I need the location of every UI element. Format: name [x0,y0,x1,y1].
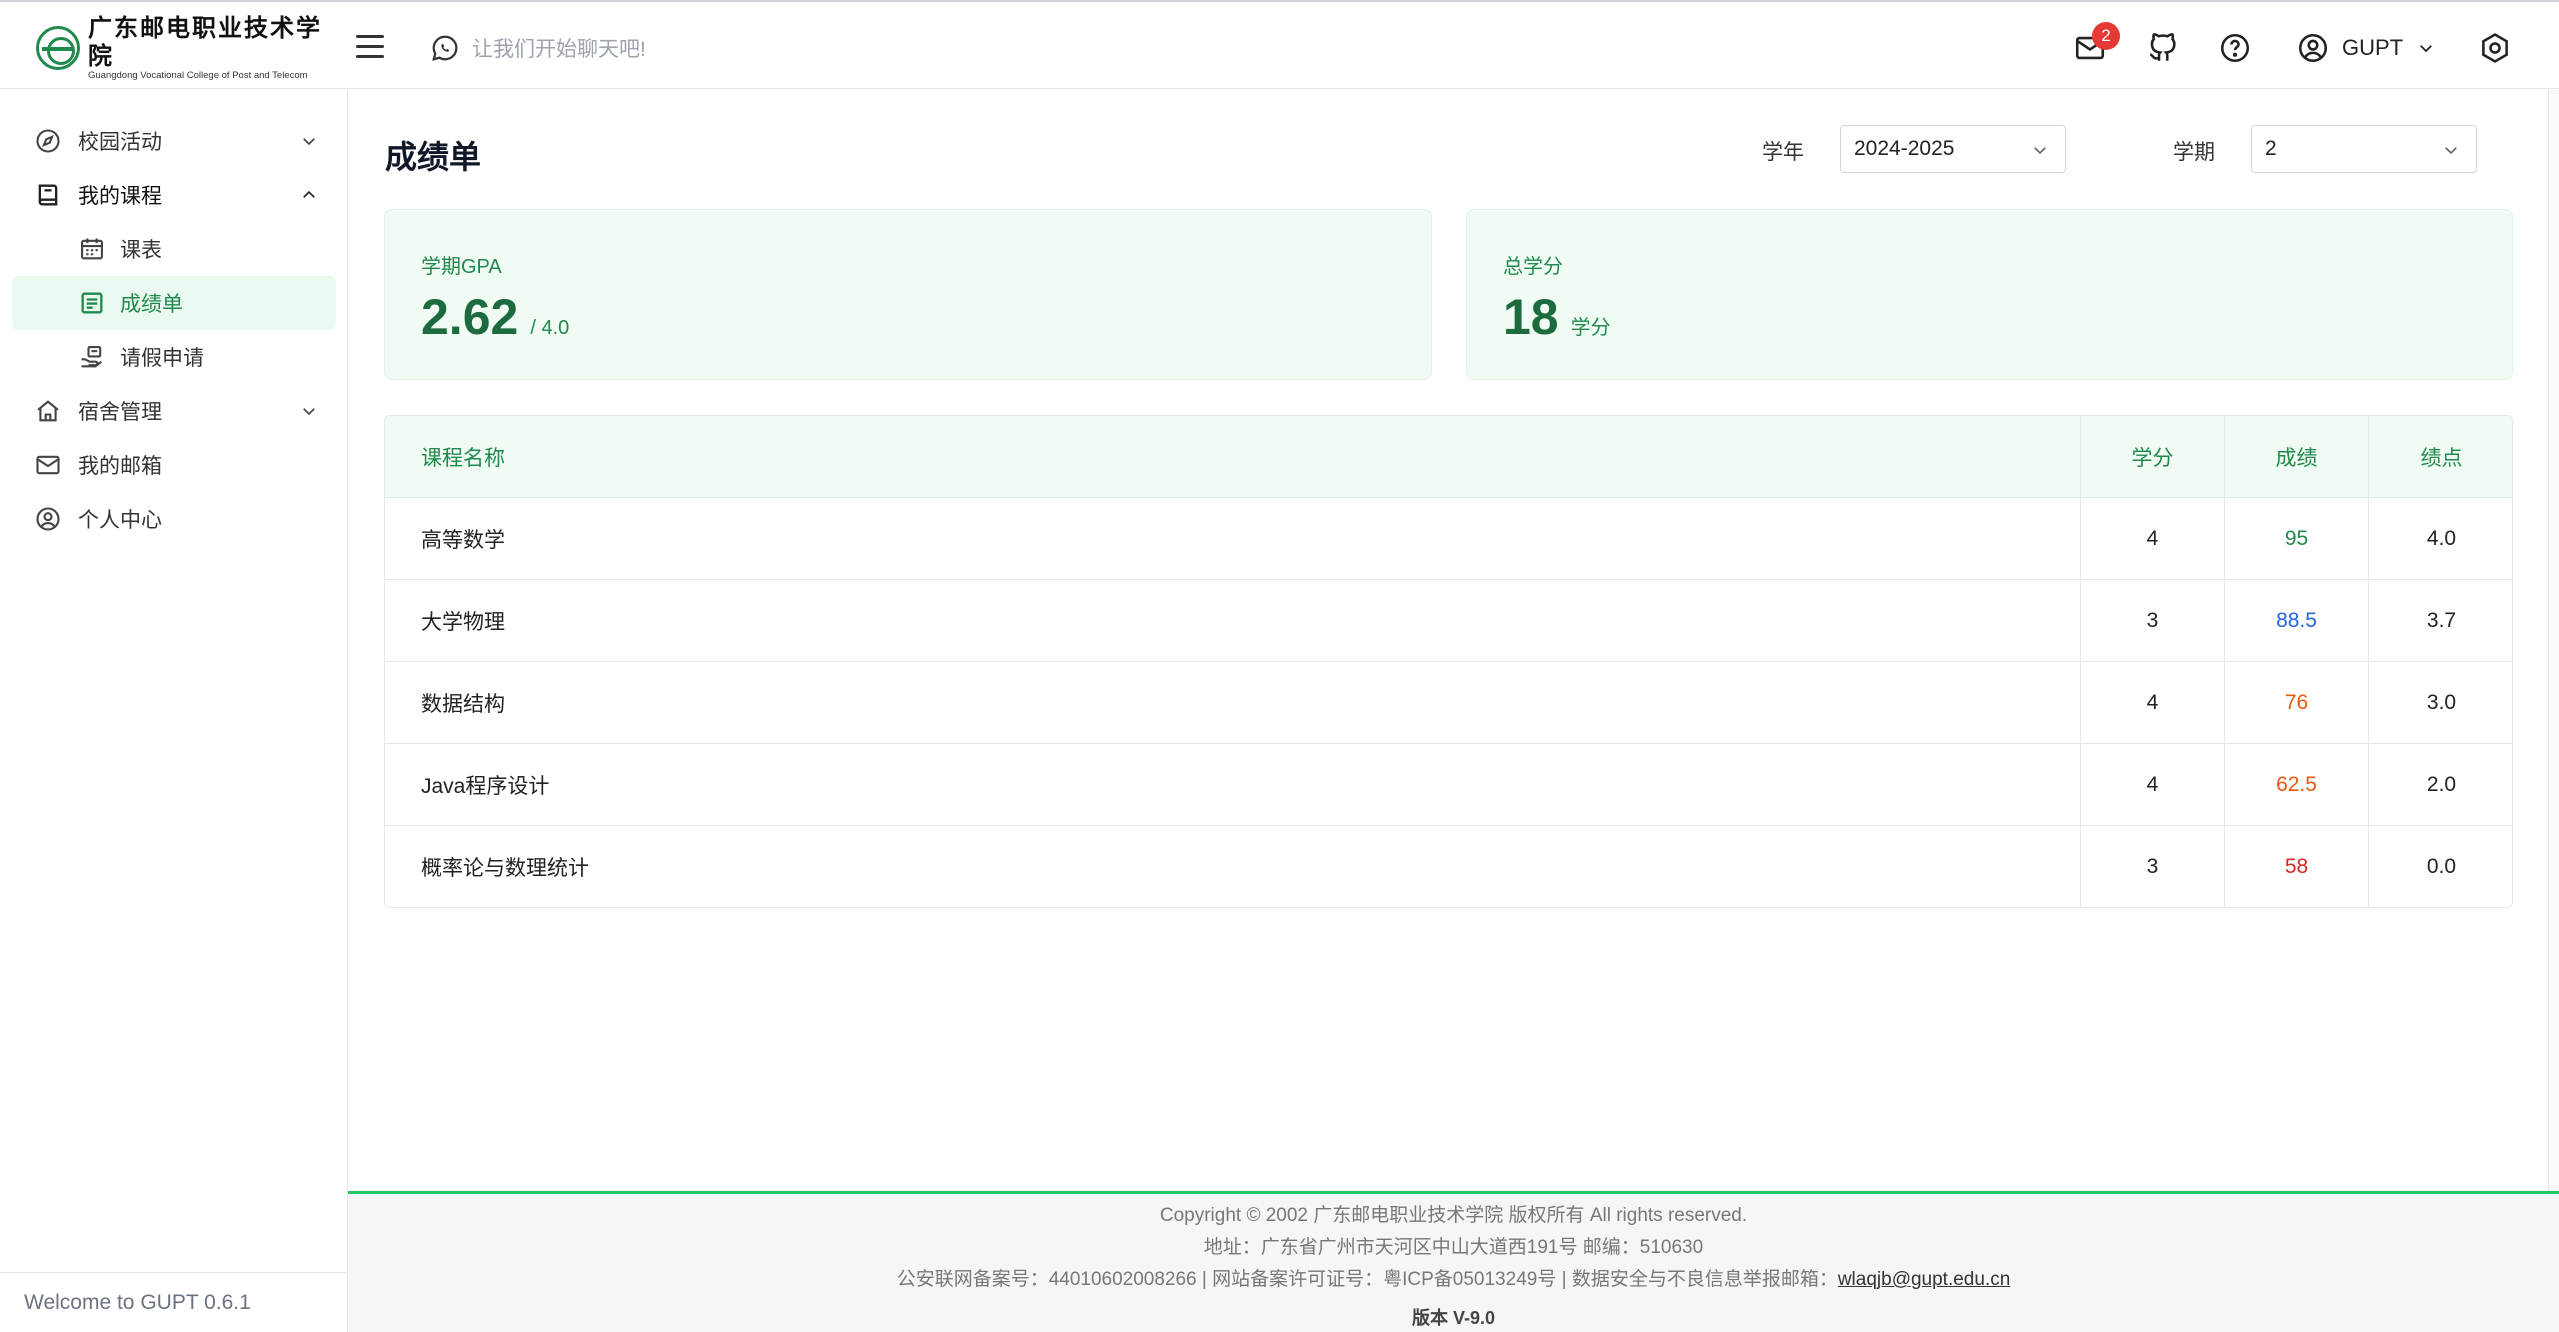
chevron-down-icon [2420,45,2433,53]
home-icon [37,400,59,422]
sidebar-item-timetable[interactable]: 课表 [12,222,336,276]
course-grade-point: 3.7 [2368,580,2512,662]
course-credit: 3 [2080,580,2224,662]
chevron-down-icon [303,138,315,146]
chat-entry[interactable]: 让我们开始聊天吧! [430,33,646,63]
sidebar-item-transcript[interactable]: 成绩单 [12,276,336,330]
sidebar: 校园活动 我的课程 课表 成绩单 请假申请 宿舍管理 我的邮箱 个人中心 Wel… [0,90,348,1332]
gpa-value: 2.62 [421,289,519,345]
header-course-name: 课程名称 [421,447,505,470]
table-row: 数据结构 4 76 3.0 [385,662,2512,744]
page-title: 成绩单 [385,139,482,175]
course-score: 58 [2224,826,2368,907]
chat-placeholder: 让我们开始聊天吧! [472,38,646,61]
github-icon[interactable] [2146,31,2180,65]
course-name: 概率论与数理统计 [421,857,589,880]
sidebar-item-leave-request[interactable]: 请假申请 [12,330,336,384]
total-credits-card: 总学分 18 学分 [1466,209,2513,380]
term-select[interactable]: 2 [2251,125,2477,173]
college-name-cn: 广东邮电职业技术学院 [88,13,322,70]
footer-address: 地址：广东省广州市天河区中山大道西191号 邮编：510630 [1203,1237,1704,1258]
term-label: 学期 [2173,141,2215,164]
settings-icon[interactable] [2478,31,2512,65]
course-name: 大学物理 [421,611,505,634]
footer-record-text: 公安联网备案号：44010602008266 | 网站备案许可证号：粤ICP备0… [896,1269,1838,1290]
chevron-down-icon [2034,147,2046,155]
course-credit: 4 [2080,662,2224,744]
user-name: GUPT [2342,35,2404,60]
chevron-down-icon [303,408,315,416]
total-credits-unit: 学分 [1570,317,1611,339]
college-logo[interactable]: 广东邮电职业技术学院 Guangdong Vocational College … [36,14,326,81]
calendar-icon [81,238,103,260]
footer-report-email-link[interactable]: wlaqjb@gupt.edu.cn [1838,1269,2010,1290]
hand-icon [81,346,102,368]
course-name: 数据结构 [421,693,505,716]
course-grade-point: 3.0 [2368,662,2512,744]
sidebar-item-campus-activities[interactable]: 校园活动 [12,114,336,168]
user-circle-icon [36,507,60,531]
header-grade-point: 绩点 [2368,416,2512,498]
header-credit: 学分 [2080,416,2224,498]
course-credit: 4 [2080,744,2224,826]
course-name: 高等数学 [421,529,505,552]
gpa-label: 学期GPA [421,256,502,278]
year-select[interactable]: 2024-2025 [1840,125,2066,173]
gpa-card: 学期GPA 2.62 / 4.0 [384,209,1432,380]
college-emblem-icon [36,26,80,70]
compass-icon [36,129,60,153]
table-row: Java程序设计 4 62.5 2.0 [385,744,2512,826]
table-header-row: 课程名称 学分 成绩 绩点 [385,416,2512,498]
college-name-en: Guangdong Vocational College of Post and… [88,70,308,81]
footer: Copyright © 2002 广东邮电职业技术学院 版权所有 All rig… [348,1191,2559,1332]
header-score: 成绩 [2224,416,2368,498]
course-score: 62.5 [2224,744,2368,826]
table-row: 高等数学 4 95 4.0 [385,498,2512,580]
report-icon [81,292,103,314]
chevron-up-icon [303,190,315,198]
sidebar-item-personal-center[interactable]: 个人中心 [12,492,336,546]
course-grade-point: 0.0 [2368,826,2512,907]
table-row: 大学物理 3 88.5 3.7 [385,580,2512,662]
year-label: 学年 [1762,141,1804,164]
course-score: 95 [2224,498,2368,580]
footer-copyright: Copyright © 2002 广东邮电职业技术学院 版权所有 All rig… [1159,1205,1748,1226]
menu-toggle-icon[interactable] [356,35,384,59]
welcome-version-text: Welcome to GUPT 0.6.1 [0,1272,348,1332]
chat-bubble-icon [432,35,458,61]
app-header: 广东邮电职业技术学院 Guangdong Vocational College … [0,5,2559,89]
mail-count-badge: 2 [2092,22,2120,50]
book-icon [38,184,58,206]
course-grade-point: 2.0 [2368,744,2512,826]
footer-version: 版本 V-9.0 [1411,1308,1496,1328]
course-credit: 4 [2080,498,2224,580]
grades-table: 课程名称 学分 成绩 绩点 高等数学 4 95 4.0 大学物理 3 88.5 … [384,415,2513,908]
course-score: 76 [2224,662,2368,744]
course-credit: 3 [2080,826,2224,907]
sidebar-item-dorm-management[interactable]: 宿舍管理 [12,384,336,438]
sidebar-item-my-courses[interactable]: 我的课程 [12,168,336,222]
course-score: 88.5 [2224,580,2368,662]
gpa-scale: / 4.0 [530,317,570,339]
chevron-down-icon [2445,147,2457,155]
table-row: 概率论与数理统计 3 58 0.0 [385,826,2512,907]
help-icon[interactable] [2218,31,2252,65]
course-name: Java程序设计 [421,775,550,798]
user-menu[interactable]: GUPT [2296,31,2435,65]
course-grade-point: 4.0 [2368,498,2512,580]
total-credits-value: 18 [1503,289,1559,345]
total-credits-label: 总学分 [1503,256,1563,278]
footer-records: 公安联网备案号：44010602008266 | 网站备案许可证号：粤ICP备0… [348,1264,2559,1291]
scrollbar-track[interactable] [2548,90,2559,1332]
sidebar-item-my-mailbox[interactable]: 我的邮箱 [12,438,336,492]
mail-icon [36,455,60,475]
user-avatar-icon [2298,33,2328,63]
